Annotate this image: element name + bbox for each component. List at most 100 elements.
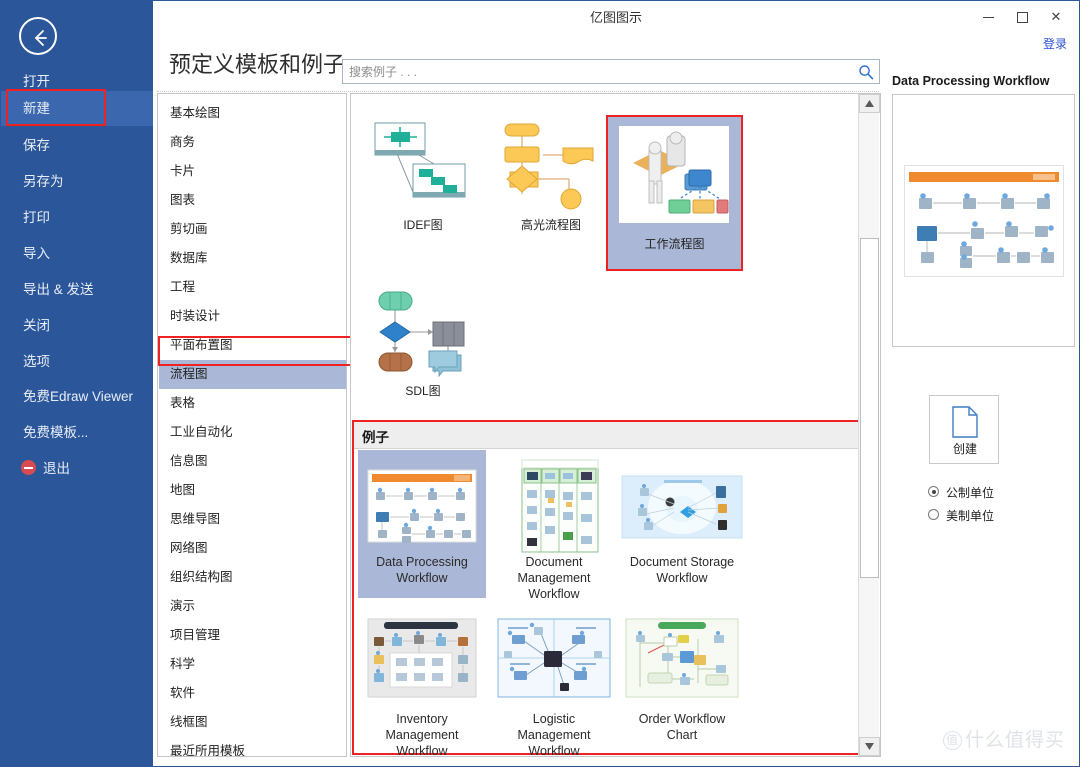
backstage-item-6[interactable]: 导出 & 发送 [1,272,153,307]
login-link[interactable]: 登录 [1043,35,1067,52]
category-item-22[interactable]: 最近所用模板 [159,737,347,757]
backstage-item-2[interactable]: 保存 [1,128,153,163]
category-item-label: 工业自动化 [170,425,233,439]
category-item-0[interactable]: 基本绘图 [159,99,347,128]
exit-icon [21,460,36,475]
category-item-4[interactable]: 剪切画 [159,215,347,244]
category-item-label: 软件 [170,686,195,700]
search-box[interactable] [342,59,880,84]
backstage-item-5[interactable]: 导入 [1,236,153,271]
scroll-up-arrow-icon[interactable] [859,94,880,113]
category-item-10[interactable]: 表格 [159,389,347,418]
data-processing-workflow-thumb [358,456,486,556]
unit-label-metric: 公制单位 [946,484,994,501]
category-item-label: 表格 [170,396,195,410]
category-item-11[interactable]: 工业自动化 [159,418,347,447]
category-item-15[interactable]: 网络图 [159,534,347,563]
example-label: Logistic Management Workflow [490,711,618,759]
backstage-item-label: 选项 [23,354,50,369]
category-item-label: 组织结构图 [170,570,233,584]
scroll-down-arrow-icon[interactable] [859,737,880,756]
backstage-item-3[interactable]: 另存为 [1,164,153,199]
example-card-order-workflow-chart[interactable]: Order Workflow Chart [618,607,746,755]
workflow-diagram-thumb [619,126,729,223]
backstage-item-label: 退出 [43,461,70,476]
category-item-5[interactable]: 数据库 [159,244,347,273]
template-card-highlight-flowchart[interactable]: 高光流程图 [493,108,609,243]
category-item-label: 工程 [170,280,195,294]
maximize-button[interactable] [1005,5,1039,29]
category-item-label: 数据库 [170,251,208,265]
backstage-item-8[interactable]: 选项 [1,344,153,379]
category-item-2[interactable]: 卡片 [159,157,347,186]
gallery-scrollbar[interactable] [858,94,879,756]
radio-dot-imperial[interactable] [928,509,939,520]
example-card-inventory-management-workflow[interactable]: Inventory Management Workflow [358,607,486,755]
category-item-16[interactable]: 组织结构图 [159,563,347,592]
category-item-label: 信息图 [170,454,208,468]
category-item-label: 商务 [170,135,195,149]
example-card-data-processing-workflow[interactable]: Data Processing Workflow [358,450,486,598]
category-item-21[interactable]: 线框图 [159,708,347,737]
category-item-label: 基本绘图 [170,106,220,120]
category-item-7[interactable]: 时装设计 [159,302,347,331]
backstage-item-label: 另存为 [23,174,64,189]
search-icon[interactable] [858,64,874,85]
document-storage-workflow-thumb [618,456,746,556]
close-button[interactable]: ✕ [1039,5,1073,29]
template-card-sdl[interactable]: SDL图 [365,274,481,409]
back-arrow-icon[interactable] [19,17,57,55]
template-card-idef[interactable]: IDEF图 [365,108,481,243]
example-card-document-storage-workflow[interactable]: Document Storage Workflow [618,450,746,598]
example-label: Document Storage Workflow [618,554,746,586]
highlight-flowchart-thumb [493,114,609,214]
category-item-label: 图表 [170,193,195,207]
search-input[interactable] [349,60,849,83]
preview-box [892,94,1075,347]
backstage-item-label: 免费模板... [23,425,88,440]
category-item-1[interactable]: 商务 [159,128,347,157]
category-item-18[interactable]: 项目管理 [159,621,347,650]
backstage-item-10[interactable]: 免费模板... [1,415,153,450]
watermark-text: 什么值得买 [965,730,1065,751]
sdl-diagram-thumb [365,280,481,380]
backstage-item-11[interactable]: 退出 [1,451,153,486]
backstage-item-9[interactable]: 免费Edraw Viewer [1,379,153,414]
category-item-13[interactable]: 地图 [159,476,347,505]
category-item-19[interactable]: 科学 [159,650,347,679]
category-item-3[interactable]: 图表 [159,186,347,215]
category-item-label: 时装设计 [170,309,220,323]
category-item-label: 项目管理 [170,628,220,642]
category-item-6[interactable]: 工程 [159,273,347,302]
backstage-item-label: 导出 & 发送 [23,282,94,297]
backstage-item-label: 免费Edraw Viewer [23,389,133,404]
template-card-workflow[interactable]: 工作流程图 [608,117,741,269]
category-item-label: 最近所用模板 [170,744,245,757]
category-item-12[interactable]: 信息图 [159,447,347,476]
radio-dot-metric[interactable] [928,486,939,497]
backstage-item-label: 导入 [23,246,50,261]
category-item-14[interactable]: 思维导图 [159,505,347,534]
minimize-button[interactable] [971,5,1005,29]
backstage-item-7[interactable]: 关闭 [1,308,153,343]
example-card-document-management-workflow[interactable]: Document Management Workflow [490,450,618,598]
examples-group: 例子 [352,420,879,755]
category-list-panel[interactable]: 基本绘图商务卡片图表剪切画数据库工程时装设计平面布置图流程图表格工业自动化信息图… [157,93,347,757]
watermark-mark: 值 [943,731,962,750]
category-item-17[interactable]: 演示 [159,592,347,621]
backstage-item-label: 打印 [23,210,50,225]
title-bar: 亿图图示 ✕ [153,1,1079,34]
scrollbar-thumb[interactable] [860,238,879,578]
preview-title: Data Processing Workflow [892,74,1049,88]
create-button[interactable]: 创建 [929,395,999,464]
backstage-item-label: 关闭 [23,318,50,333]
new-item-highlight-box [6,89,106,126]
idef-diagram-thumb [365,114,481,214]
category-item-20[interactable]: 软件 [159,679,347,708]
example-label: Inventory Management Workflow [358,711,486,759]
header-divider [157,91,879,92]
backstage-item-4[interactable]: 打印 [1,200,153,235]
example-card-logistic-management-workflow[interactable]: Logistic Management Workflow [490,607,618,755]
category-item-label: 流程图 [170,367,208,381]
flowchart-category-highlight-box [158,336,352,366]
